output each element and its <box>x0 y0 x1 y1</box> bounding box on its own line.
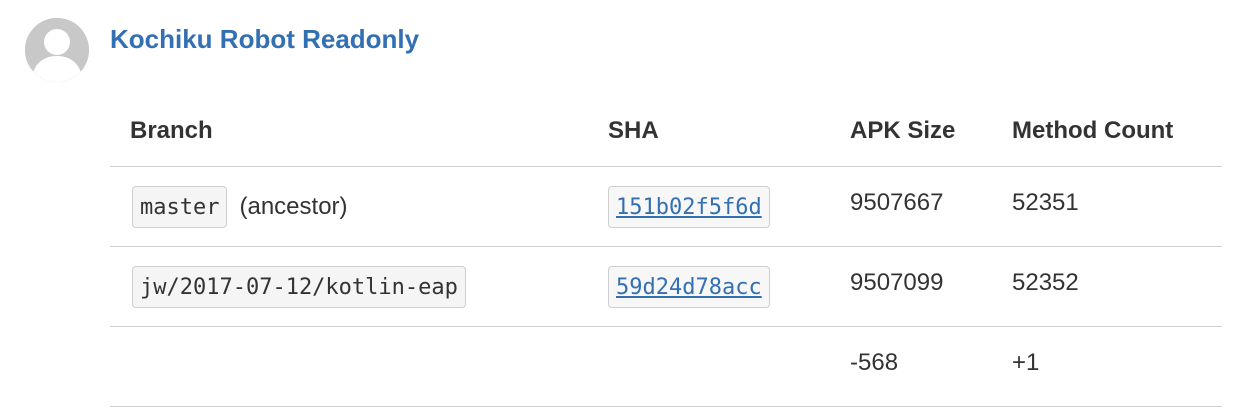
method-count-value: 52351 <box>992 166 1222 247</box>
diff-row: -568 +1 <box>110 326 1222 407</box>
branch-cell: jw/2017-07-12/kotlin-eap <box>110 246 578 327</box>
table-header-row: Branch SHA APK Size Method Count <box>110 96 1222 167</box>
table-row: jw/2017-07-12/kotlin-eap 59d24d78acc 950… <box>110 246 1222 327</box>
branch-column-header: Branch <box>110 96 578 167</box>
method-count-value: 52352 <box>992 246 1222 327</box>
author-name-link[interactable]: Kochiku Robot Readonly <box>110 22 419 56</box>
apk-size-diff: -568 <box>828 326 992 407</box>
commit-sha-link[interactable]: 151b02f5f6d <box>608 185 770 228</box>
apk-size-value: 9507667 <box>828 166 992 247</box>
commit-sha-link[interactable]: 59d24d78acc <box>608 265 770 308</box>
branch-name: jw/2017-07-12/kotlin-eap <box>132 265 466 308</box>
empty-cell <box>578 326 828 407</box>
table-row: master (ancestor) 151b02f5f6d 9507667 523… <box>110 166 1222 247</box>
method-count-diff: +1 <box>992 326 1222 407</box>
branch-name: master <box>132 185 228 228</box>
default-user-avatar-icon <box>25 18 89 82</box>
apk-size-column-header: APK Size <box>828 96 992 167</box>
ancestor-label: (ancestor) <box>239 192 348 220</box>
sha-cell: 59d24d78acc <box>578 246 828 327</box>
build-stats-table: Branch SHA APK Size Method Count master (… <box>110 96 1222 407</box>
empty-cell <box>110 326 578 407</box>
sha-cell: 151b02f5f6d <box>578 166 828 247</box>
apk-size-value: 9507099 <box>828 246 992 327</box>
branch-cell: master (ancestor) <box>110 166 578 247</box>
avatar[interactable] <box>25 18 89 82</box>
method-count-column-header: Method Count <box>992 96 1222 167</box>
sha-column-header: SHA <box>578 96 828 167</box>
